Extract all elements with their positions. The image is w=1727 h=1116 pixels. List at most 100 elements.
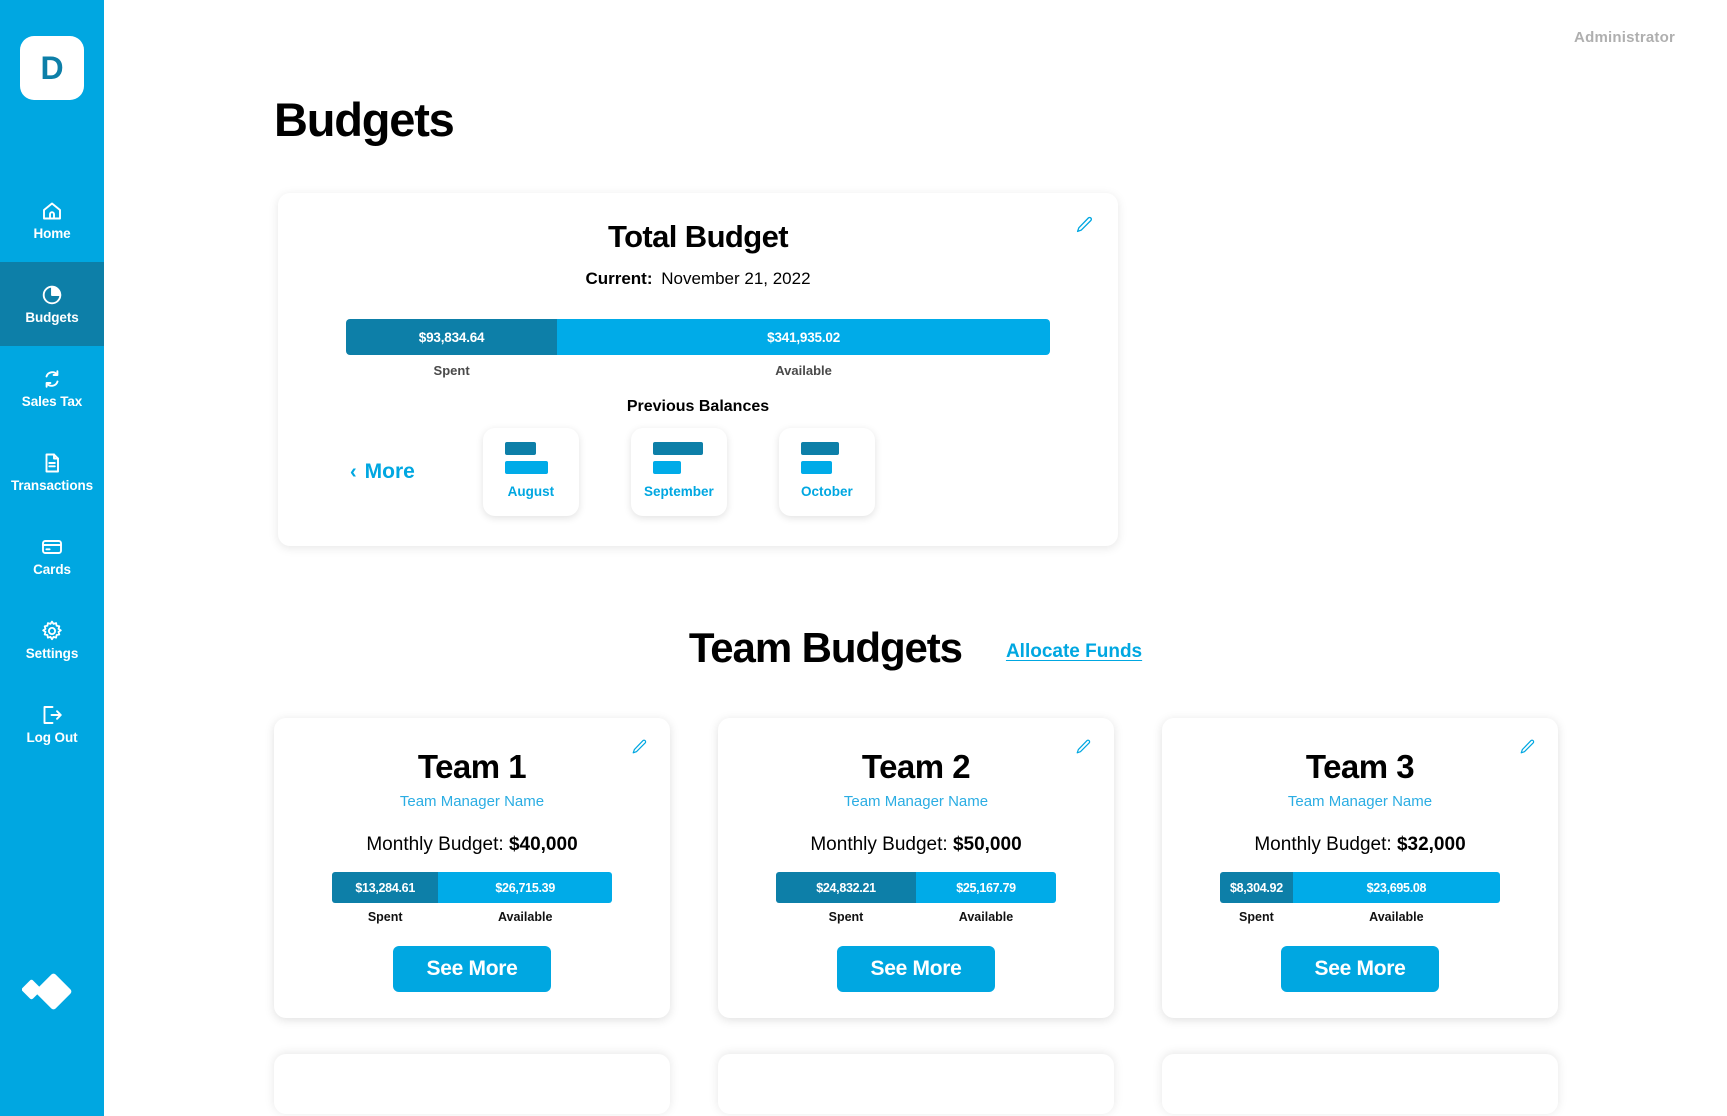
total-budget-spent-amount: $93,834.64 — [418, 329, 485, 345]
sidebar-item-home[interactable]: Home — [0, 178, 104, 262]
sidebar-item-label-budgets: Budgets — [25, 310, 79, 326]
sidebar-item-label-settings: Settings — [25, 646, 79, 662]
month-bar-available — [652, 461, 681, 474]
team-bar-wrap: $8,304.92 $23,695.08 Spent Available — [1220, 872, 1500, 924]
sidebar-item-log-out[interactable]: Log Out — [0, 682, 104, 766]
team-monthly-budget: Monthly Budget: $32,000 — [1254, 834, 1465, 856]
total-budget-title: Total Budget — [608, 219, 789, 254]
team-bar-spent: $13,284.61 — [332, 872, 439, 903]
month-card-september[interactable]: September — [630, 428, 727, 516]
team-available-label: Available — [958, 910, 1014, 924]
current-date-line: Current: November 21, 2022 — [306, 269, 1090, 289]
pencil-icon[interactable] — [1074, 738, 1092, 756]
previous-balances-title: Previous Balances — [626, 398, 770, 415]
sidebar-item-label-home: Home — [33, 226, 71, 242]
team-bar-legend: Spent Available — [332, 910, 612, 924]
topbar: Administrator — [104, 0, 1727, 52]
team-card: Team 1 Team Manager Name Monthly Budget:… — [274, 718, 670, 1018]
sidebar-item-settings[interactable]: Settings — [0, 598, 104, 682]
total-budget-available-label: Available — [775, 363, 832, 378]
month-label-august: August — [507, 484, 555, 499]
team-name: Team 3 — [1305, 748, 1415, 785]
month-card-october[interactable]: October — [778, 428, 875, 516]
team-bar-legend: Spent Available — [776, 910, 1056, 924]
team-manager-name: Team Manager Name — [843, 793, 989, 810]
month-bar-spent — [652, 442, 704, 455]
team-available-amount: $23,695.08 — [1366, 880, 1427, 895]
diamond-logo-icon — [22, 968, 78, 1016]
team-spent-amount: $8,304.92 — [1229, 880, 1283, 895]
month-label-september: September — [643, 484, 714, 499]
current-date-value: November 21, 2022 — [661, 269, 811, 288]
pencil-icon[interactable] — [630, 738, 648, 756]
monthly-budget-label: Monthly Budget: — [366, 834, 504, 855]
sidebar-item-label-transactions: Transactions — [10, 478, 94, 494]
team-bar-spent: $24,832.21 — [776, 872, 916, 903]
team-bar-spent: $8,304.92 — [1220, 872, 1293, 903]
team-bar-available: $25,167.79 — [916, 872, 1056, 903]
team-budget-bar: $24,832.21 $25,167.79 — [776, 872, 1056, 903]
pencil-icon[interactable] — [1074, 215, 1094, 235]
month-bar-available — [800, 461, 832, 474]
sidebar-item-label-log-out: Log Out — [26, 730, 78, 746]
team-available-amount: $25,167.79 — [956, 880, 1016, 895]
team-budgets-header: Team Budgets Allocate Funds — [104, 624, 1727, 672]
team-card[interactable] — [1162, 1054, 1558, 1114]
team-card[interactable] — [274, 1054, 670, 1114]
team-budget-bar: $8,304.92 $23,695.08 — [1220, 872, 1500, 903]
home-icon — [40, 199, 64, 223]
current-label: Current: — [585, 269, 653, 288]
team-spent-amount: $13,284.61 — [355, 880, 415, 895]
brand-logo-tile[interactable]: D — [20, 36, 84, 100]
team-spent-label: Spent — [1239, 910, 1274, 924]
team-bar-wrap: $13,284.61 $26,715.39 Spent Available — [332, 872, 612, 924]
user-role-label: Administrator — [1574, 28, 1675, 46]
team-bar-legend: Spent Available — [1220, 910, 1500, 924]
team-bar-available: $26,715.39 — [438, 872, 612, 903]
app-root: D Home Budgets Sales Tax Transactions Ca… — [0, 0, 1727, 1116]
monthly-budget-value: $32,000 — [1396, 834, 1466, 855]
team-budget-bar: $13,284.61 $26,715.39 — [332, 872, 612, 903]
more-label: More — [364, 460, 415, 483]
see-more-button[interactable]: See More — [392, 946, 552, 992]
see-more-button[interactable]: See More — [836, 946, 996, 992]
team-name: Team 1 — [417, 748, 527, 785]
sidebar: D Home Budgets Sales Tax Transactions Ca… — [0, 0, 104, 1116]
sidebar-item-budgets[interactable]: Budgets — [0, 262, 104, 346]
team-bar-wrap: $24,832.21 $25,167.79 Spent Available — [776, 872, 1056, 924]
team-monthly-budget: Monthly Budget: $40,000 — [366, 834, 577, 856]
sidebar-item-cards[interactable]: Cards — [0, 514, 104, 598]
pie-chart-icon — [40, 283, 64, 307]
team-manager-name: Team Manager Name — [1287, 793, 1433, 810]
team-name: Team 2 — [861, 748, 971, 785]
monthly-budget-label: Monthly Budget: — [810, 834, 948, 855]
team-available-label: Available — [497, 910, 553, 924]
team-card: Team 2 Team Manager Name Monthly Budget:… — [718, 718, 1114, 1018]
see-more-button[interactable]: See More — [1280, 946, 1440, 992]
refresh-icon — [40, 367, 64, 391]
sidebar-item-transactions[interactable]: Transactions — [0, 430, 104, 514]
page-title: Budgets — [274, 93, 455, 146]
month-bar-spent — [504, 442, 536, 455]
team-card: Team 3 Team Manager Name Monthly Budget:… — [1162, 718, 1558, 1018]
month-bar-spent — [800, 442, 840, 455]
sidebar-item-label-sales-tax: Sales Tax — [21, 394, 83, 410]
monthly-budget-value: $50,000 — [952, 834, 1022, 855]
sidebar-item-label-cards: Cards — [33, 562, 71, 578]
month-card-august[interactable]: August — [482, 428, 579, 516]
sidebar-item-sales-tax[interactable]: Sales Tax — [0, 346, 104, 430]
total-budget-card: Total Budget Current: November 21, 2022 … — [278, 193, 1118, 546]
month-label-october: October — [800, 484, 853, 499]
total-budget-bar-available: $341,935.02 — [557, 319, 1050, 355]
total-budget-bar: $93,834.64 $341,935.02 — [346, 319, 1050, 355]
team-card[interactable] — [718, 1054, 1114, 1114]
monthly-budget-value: $40,000 — [508, 834, 578, 855]
more-button[interactable]: ‹ More — [350, 460, 415, 484]
pencil-icon[interactable] — [1518, 738, 1536, 756]
sidebar-nav: Home Budgets Sales Tax Transactions Card… — [0, 178, 104, 766]
total-budget-bar-wrap: $93,834.64 $341,935.02 Spent Available — [306, 319, 1090, 378]
month-bar-available — [504, 461, 548, 474]
credit-card-icon — [40, 535, 64, 559]
allocate-funds-link[interactable]: Allocate Funds — [1006, 641, 1142, 663]
logout-icon — [40, 703, 64, 727]
